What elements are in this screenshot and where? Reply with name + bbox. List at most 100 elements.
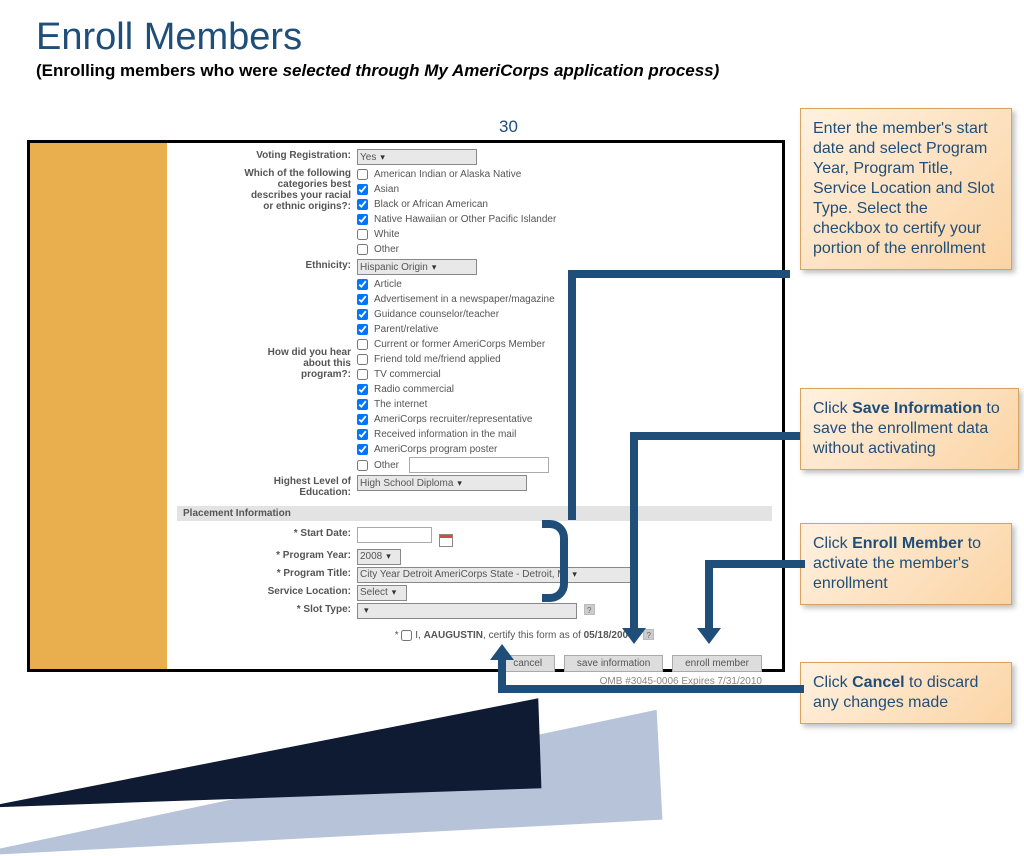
race-option: White [357, 227, 772, 242]
hear-label: How did you hear about this program?: [177, 277, 357, 473]
hear-label: Radio commercial [374, 382, 454, 397]
race-label: Other [374, 242, 399, 257]
arrow-annotation [568, 270, 790, 278]
arrow-annotation [568, 270, 576, 520]
hear-checkbox[interactable] [357, 384, 368, 395]
hear-other-checkbox[interactable] [357, 460, 368, 471]
hear-label: Advertisement in a newspaper/magazine [374, 292, 555, 307]
callout-enroll: Click Enroll Member to activate the memb… [800, 523, 1012, 605]
edu-label: Highest Level of Education: [177, 475, 357, 498]
enrollment-form: Voting Registration: Yes Which of the fo… [167, 143, 782, 669]
hear-option: The internet [357, 397, 772, 412]
hear-label: Friend told me/friend applied [374, 352, 501, 367]
start-date-label: * Start Date: [177, 527, 357, 547]
education-select[interactable]: High School Diploma [357, 475, 527, 491]
hear-option: AmeriCorps program poster [357, 442, 772, 457]
hear-label: AmeriCorps recruiter/representative [374, 412, 532, 427]
arrow-head-icon [490, 644, 514, 660]
hear-option: Article [357, 277, 772, 292]
certify-line: * I, AAUGUSTIN, certify this form as of … [177, 629, 772, 641]
voting-select[interactable]: Yes [357, 149, 477, 165]
service-location-label: Service Location: [177, 585, 357, 601]
program-title-select[interactable]: City Year Detroit AmeriCorps State - Det… [357, 567, 637, 583]
race-option: Other [357, 242, 772, 257]
app-sidebar [30, 143, 167, 669]
race-checkbox[interactable] [357, 214, 368, 225]
hear-option: AmeriCorps recruiter/representative [357, 412, 772, 427]
program-year-select[interactable]: 2008 [357, 549, 401, 565]
program-year-label: * Program Year: [177, 549, 357, 565]
race-checkbox[interactable] [357, 199, 368, 210]
arrow-head-icon [622, 628, 646, 644]
hear-checkbox[interactable] [357, 309, 368, 320]
race-label: White [374, 227, 400, 242]
race-option: Native Hawaiian or Other Pacific Islande… [357, 212, 772, 227]
hear-checkbox[interactable] [357, 399, 368, 410]
hear-label: Guidance counselor/teacher [374, 307, 499, 322]
help-icon[interactable]: ? [584, 604, 595, 615]
voting-label: Voting Registration: [177, 149, 357, 165]
save-information-button[interactable]: save information [564, 655, 663, 672]
race-checkbox[interactable] [357, 169, 368, 180]
hear-checkbox[interactable] [357, 429, 368, 440]
start-date-input[interactable] [357, 527, 432, 543]
race-checkbox[interactable] [357, 184, 368, 195]
arrow-annotation [630, 432, 800, 440]
hear-label: TV commercial [374, 367, 441, 382]
arrow-annotation [630, 432, 638, 632]
callout-start-date: Enter the member's start date and select… [800, 108, 1012, 270]
hear-other-label: Other [374, 458, 399, 473]
certify-checkbox[interactable] [401, 630, 412, 641]
hear-checkbox[interactable] [357, 294, 368, 305]
arrow-annotation [498, 685, 804, 693]
arrow-annotation [498, 658, 506, 693]
hear-option: Friend told me/friend applied [357, 352, 772, 367]
hear-checkbox[interactable] [357, 279, 368, 290]
page-subtitle: (Enrolling members who were selected thr… [36, 61, 1024, 81]
race-option: Asian [357, 182, 772, 197]
hear-checkbox[interactable] [357, 324, 368, 335]
hear-checkbox[interactable] [357, 369, 368, 380]
callout-cancel: Click Cancel to discard any changes made [800, 662, 1012, 724]
page-title: Enroll Members [36, 16, 1024, 59]
hear-other-option: Other [357, 457, 772, 473]
race-label: Which of the following categories best d… [177, 167, 357, 257]
bracket-annotation [542, 520, 568, 602]
hear-option: TV commercial [357, 367, 772, 382]
hear-option: Parent/relative [357, 322, 772, 337]
hear-label: Article [374, 277, 402, 292]
race-label: American Indian or Alaska Native [374, 167, 521, 182]
slot-type-select[interactable] [357, 603, 577, 619]
hear-label: Current or former AmeriCorps Member [374, 337, 545, 352]
hear-checkbox[interactable] [357, 339, 368, 350]
arrow-annotation [705, 560, 805, 568]
callout-save: Click Save Information to save the enrol… [800, 388, 1019, 470]
ethnicity-select[interactable]: Hispanic Origin [357, 259, 477, 275]
hear-option: Advertisement in a newspaper/magazine [357, 292, 772, 307]
hear-checkbox[interactable] [357, 444, 368, 455]
hear-label: Parent/relative [374, 322, 438, 337]
hear-label: The internet [374, 397, 427, 412]
race-label: Black or African American [374, 197, 488, 212]
race-checkbox[interactable] [357, 244, 368, 255]
hear-checkbox[interactable] [357, 414, 368, 425]
hear-other-input[interactable] [409, 457, 549, 473]
embedded-screenshot: Voting Registration: Yes Which of the fo… [27, 140, 785, 672]
hear-option: Current or former AmeriCorps Member [357, 337, 772, 352]
placement-header: Placement Information [177, 506, 772, 521]
race-checkbox[interactable] [357, 229, 368, 240]
race-option: Black or African American [357, 197, 772, 212]
race-option: American Indian or Alaska Native [357, 167, 772, 182]
calendar-icon[interactable] [439, 534, 453, 547]
arrow-head-icon [697, 628, 721, 644]
arrow-annotation [705, 560, 713, 632]
service-location-select[interactable]: Select [357, 585, 407, 601]
ethnicity-label: Ethnicity: [177, 259, 357, 275]
race-label: Asian [374, 182, 399, 197]
enroll-member-button[interactable]: enroll member [672, 655, 762, 672]
slot-type-label: * Slot Type: [177, 603, 357, 619]
hear-option: Radio commercial [357, 382, 772, 397]
race-label: Native Hawaiian or Other Pacific Islande… [374, 212, 556, 227]
hear-label: AmeriCorps program poster [374, 442, 497, 457]
hear-checkbox[interactable] [357, 354, 368, 365]
